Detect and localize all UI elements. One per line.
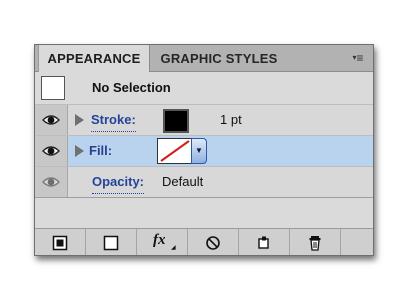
panel-menu-icon[interactable]: ▾≡: [349, 51, 367, 65]
panel-tab-bar: APPEARANCE GRAPHIC STYLES ▾≡: [35, 45, 373, 72]
fill-expand-triangle-icon[interactable]: [75, 145, 84, 157]
none-slash-icon: [160, 140, 190, 162]
fill-row[interactable]: Fill: ▼: [35, 136, 373, 167]
opacity-value[interactable]: Default: [162, 167, 203, 197]
add-effect-button[interactable]: fx ◢: [137, 229, 188, 255]
fill-visibility-toggle[interactable]: [35, 136, 68, 166]
opacity-link[interactable]: Opacity:: [92, 169, 145, 194]
delete-item-button[interactable]: [290, 229, 341, 255]
eye-icon: [42, 115, 60, 125]
appearance-panel: APPEARANCE GRAPHIC STYLES ▾≡ No Selectio…: [34, 44, 374, 256]
clear-appearance-button[interactable]: [188, 229, 239, 255]
panel-toolbar: fx ◢: [35, 228, 373, 255]
eye-icon: [42, 146, 60, 156]
stroke-link[interactable]: Stroke:: [91, 107, 136, 132]
selection-row: No Selection: [35, 72, 373, 105]
stroke-color-swatch[interactable]: [163, 109, 189, 133]
fill-label[interactable]: Fill:: [89, 138, 112, 162]
delete-icon: [309, 236, 321, 251]
add-stroke-icon: [52, 235, 68, 251]
stroke-weight-value[interactable]: 1 pt: [220, 105, 242, 135]
stroke-row[interactable]: Stroke: 1 pt: [35, 105, 373, 136]
menu-arrow-icon: ◢: [171, 245, 176, 251]
add-stroke-button[interactable]: [35, 229, 86, 255]
opacity-visibility-toggle[interactable]: [35, 167, 68, 197]
clear-appearance-icon: [206, 236, 220, 250]
add-fill-button[interactable]: [86, 229, 137, 255]
fx-icon: fx: [153, 232, 166, 248]
eye-icon: [42, 177, 60, 187]
selection-label: No Selection: [92, 80, 171, 95]
duplicate-item-button[interactable]: [239, 229, 290, 255]
opacity-row[interactable]: Opacity: Default: [35, 167, 373, 198]
chevron-down-icon[interactable]: ▼: [191, 138, 207, 164]
stroke-expand-triangle-icon[interactable]: [75, 114, 84, 126]
stroke-visibility-toggle[interactable]: [35, 105, 68, 135]
tab-appearance[interactable]: APPEARANCE: [38, 45, 150, 72]
add-fill-icon: [103, 235, 119, 251]
selection-thumbnail: [41, 76, 65, 100]
fill-color-picker[interactable]: ▼: [157, 138, 209, 164]
duplicate-item-icon: [258, 236, 269, 249]
fill-none-swatch[interactable]: [157, 138, 193, 164]
tab-graphic-styles[interactable]: GRAPHIC STYLES: [149, 45, 289, 71]
